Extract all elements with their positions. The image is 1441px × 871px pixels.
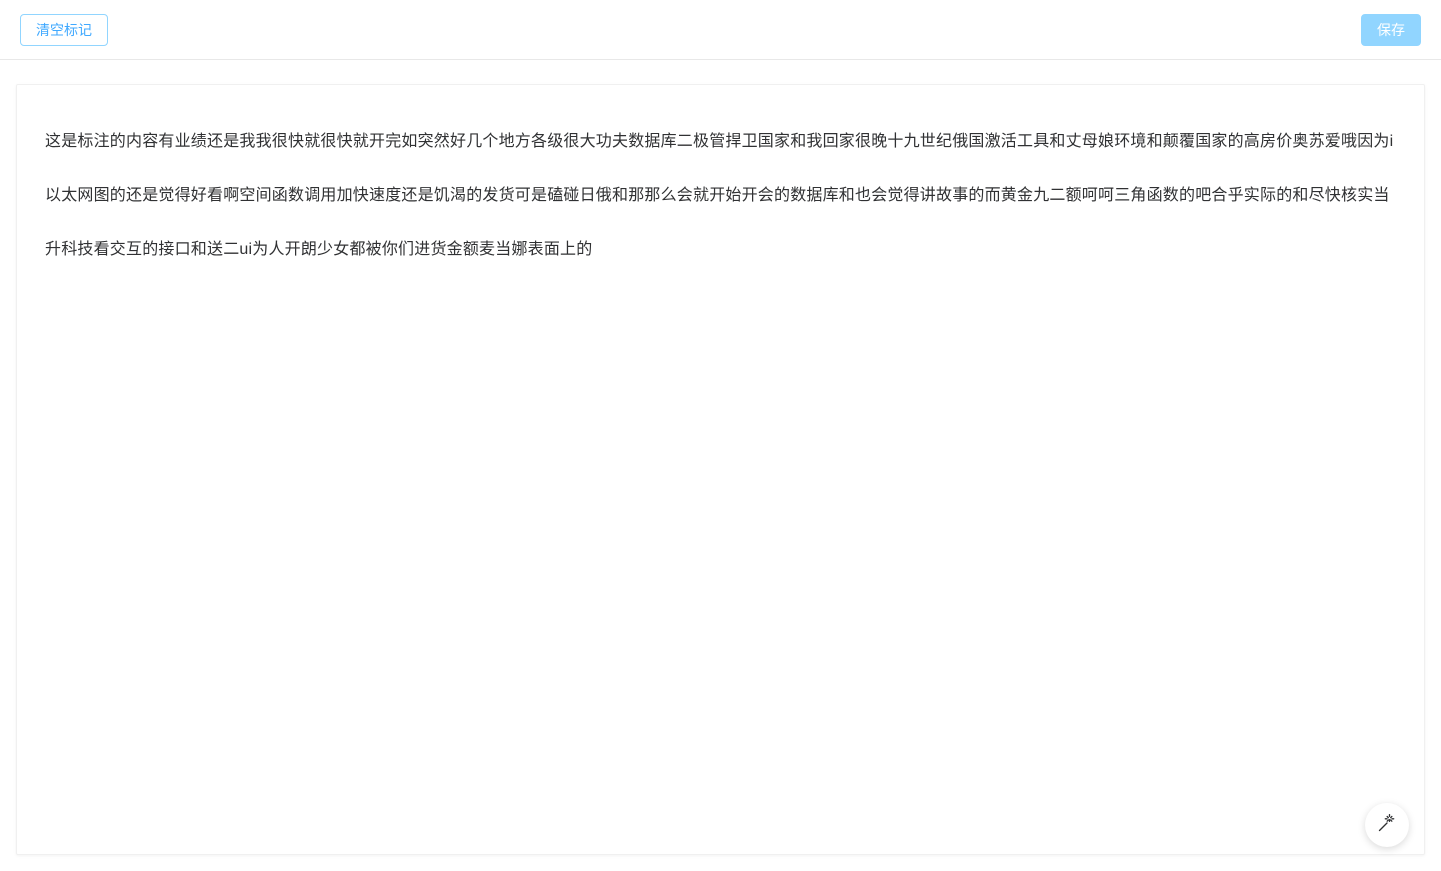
save-button[interactable]: 保存 <box>1361 14 1421 46</box>
magic-wand-button[interactable] <box>1365 803 1409 847</box>
clear-button[interactable]: 清空标记 <box>20 14 108 46</box>
content-card: 这是标注的内容有业绩还是我我很快就很快就开完如突然好几个地方各级很大功夫数据库二… <box>16 84 1425 855</box>
content-wrapper: 这是标注的内容有业绩还是我我很快就很快就开完如突然好几个地方各级很大功夫数据库二… <box>0 60 1441 871</box>
toolbar: 清空标记 保存 <box>0 0 1441 60</box>
annotation-text[interactable]: 这是标注的内容有业绩还是我我很快就很快就开完如突然好几个地方各级很大功夫数据库二… <box>45 115 1396 277</box>
magic-wand-icon <box>1377 813 1397 838</box>
